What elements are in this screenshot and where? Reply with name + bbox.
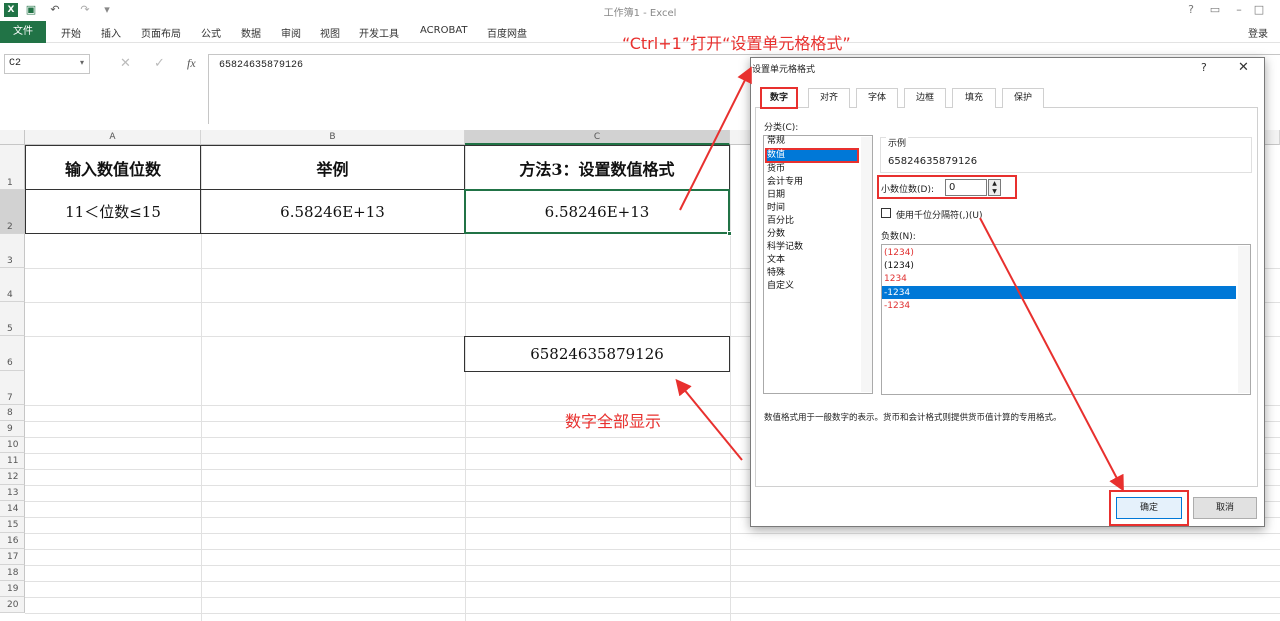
arrow-to-dialog <box>679 66 752 211</box>
annotation-arrows <box>675 66 1124 492</box>
arrow-to-ok <box>979 217 1124 492</box>
arrow-to-result <box>675 378 743 461</box>
